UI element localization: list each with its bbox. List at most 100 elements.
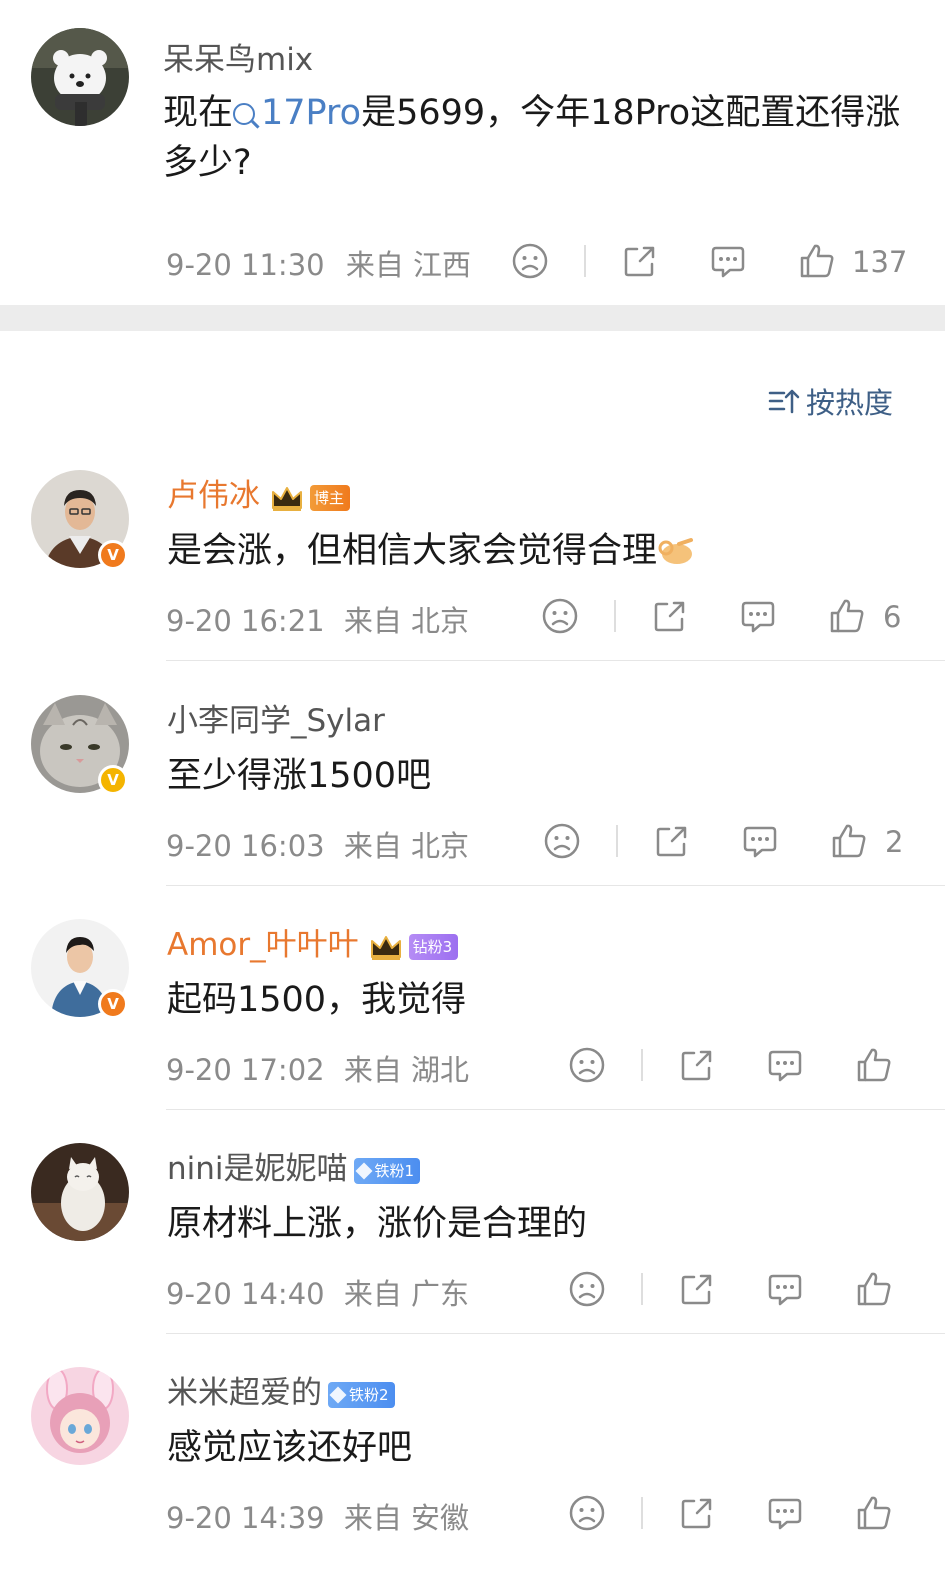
reply-button[interactable] xyxy=(738,596,778,636)
like-count: 137 xyxy=(852,245,908,279)
thumbs-up-icon xyxy=(832,824,866,858)
frown-icon xyxy=(569,1271,605,1307)
avatar[interactable] xyxy=(31,1143,129,1241)
comment-icon xyxy=(741,601,775,633)
comment-item: V Amor_叶叶叶 钻粉3 起码1500，我觉得 9-20 17:02 来自 湖… xyxy=(0,919,945,1143)
username-text: 卢伟冰 xyxy=(167,478,260,514)
share-icon xyxy=(654,601,685,632)
share-button[interactable] xyxy=(677,1045,717,1085)
share-icon xyxy=(681,1274,712,1305)
share-icon xyxy=(624,246,655,277)
fan-badge-label: 铁粉2 xyxy=(349,1385,389,1404)
comment-text: 是会涨，但相信大家会觉得合理 xyxy=(167,522,695,573)
search-icon xyxy=(233,103,256,125)
like-button[interactable] xyxy=(827,596,867,636)
post-username[interactable]: 呆呆鸟mix xyxy=(163,34,313,79)
comment-username[interactable]: 卢伟冰 博主 xyxy=(167,470,351,515)
comment-icon xyxy=(711,246,745,278)
comment-icon xyxy=(743,826,777,858)
dislike-button[interactable] xyxy=(567,1493,607,1533)
username-text: Amor_叶叶叶 xyxy=(167,927,359,963)
post-location: 来自 江西 xyxy=(345,248,472,282)
comment-item: V 卢伟冰 博主 是会涨，但相信大家会觉得合理 9-20 16:21 来自 北京 … xyxy=(0,470,945,694)
comment-time: 9-20 14:39 xyxy=(166,1501,325,1535)
diamond-icon xyxy=(355,1162,373,1179)
comment-username[interactable]: 小李同学_Sylar xyxy=(167,695,385,740)
fan-badge: 钻粉3 xyxy=(408,933,459,960)
comment-actions xyxy=(567,1493,907,1537)
fan-badge: 铁粉2 xyxy=(328,1381,395,1408)
comment-text: 感觉应该还好吧 xyxy=(167,1428,413,1468)
post-actions: 137 xyxy=(510,241,910,285)
thumbs-up-icon xyxy=(800,244,834,278)
reply-button[interactable] xyxy=(740,821,780,861)
comment-actions xyxy=(567,1269,907,1313)
post-body: 现在 17Pro是5699，今年18Pro这配置还得涨多少? xyxy=(163,88,908,188)
like-button[interactable] xyxy=(854,1045,894,1085)
dislike-button[interactable] xyxy=(567,1269,607,1309)
dislike-button[interactable] xyxy=(567,1045,607,1085)
divider xyxy=(584,245,586,277)
frown-icon xyxy=(542,598,578,634)
comment-item: nini是妮妮喵 铁粉1 原材料上涨，涨价是合理的 9-20 14:40 来自 广… xyxy=(0,1143,945,1367)
frown-icon xyxy=(569,1495,605,1531)
divider xyxy=(166,885,945,886)
dislike-button[interactable] xyxy=(540,596,580,636)
comment-username[interactable]: 米米超爱的 铁粉2 xyxy=(167,1367,395,1412)
comment-location: 来自 安徽 xyxy=(343,1501,470,1535)
thumbs-up-icon xyxy=(857,1048,891,1082)
share-icon xyxy=(681,1050,712,1081)
like-button[interactable] xyxy=(829,821,869,861)
post-body-prefix: 现在 xyxy=(163,93,234,133)
comment-text: 至少得涨1500吧 xyxy=(167,756,432,796)
sort-icon xyxy=(768,389,800,414)
frown-icon xyxy=(569,1047,605,1083)
share-button[interactable] xyxy=(677,1493,717,1533)
reply-button[interactable] xyxy=(765,1269,805,1309)
divider xyxy=(614,600,616,632)
crown-icon xyxy=(272,486,302,511)
thumbs-up-icon xyxy=(857,1496,891,1530)
avatar[interactable] xyxy=(31,28,129,126)
comment-actions: 2 xyxy=(542,821,912,865)
share-button[interactable] xyxy=(652,821,692,861)
comment-time: 9-20 16:21 xyxy=(166,604,325,638)
like-button[interactable] xyxy=(854,1269,894,1309)
like-button[interactable] xyxy=(797,241,837,281)
dislike-button[interactable] xyxy=(510,241,550,281)
share-button[interactable] xyxy=(677,1269,717,1309)
divider xyxy=(641,1049,643,1081)
comment-item: V 小李同学_Sylar 至少得涨1500吧 9-20 16:03 来自 北京 … xyxy=(0,695,945,919)
like-button[interactable] xyxy=(854,1493,894,1533)
fan-badge-label: 铁粉1 xyxy=(374,1161,415,1180)
crown-icon xyxy=(370,935,401,960)
frown-icon xyxy=(512,243,548,279)
comment-item: 米米超爱的 铁粉2 感觉应该还好吧 9-20 14:39 来自 安徽 xyxy=(0,1367,945,1589)
reply-button[interactable] xyxy=(765,1493,805,1533)
comment-time: 9-20 17:02 xyxy=(166,1053,325,1087)
reply-button[interactable] xyxy=(765,1045,805,1085)
search-link[interactable]: 17Pro xyxy=(233,93,361,133)
comment-meta: 9-20 17:02 来自 湖北 xyxy=(166,1047,469,1089)
comment-meta: 9-20 14:39 来自 安徽 xyxy=(166,1495,469,1537)
reply-button[interactable] xyxy=(708,241,748,281)
comment-meta: 9-20 16:03 来自 北京 xyxy=(166,823,469,865)
comment-location: 来自 北京 xyxy=(343,604,470,638)
dislike-button[interactable] xyxy=(542,821,582,861)
username-text: 米米超爱的 xyxy=(167,1375,322,1411)
original-post: 呆呆鸟mix 现在 17Pro是5699，今年18Pro这配置还得涨多少? 9-2… xyxy=(0,0,945,305)
sort-button[interactable]: 按热度 xyxy=(768,380,893,422)
comment-time: 9-20 14:40 xyxy=(166,1277,325,1311)
fan-badge: 铁粉1 xyxy=(353,1157,421,1184)
share-button[interactable] xyxy=(650,596,690,636)
comment-icon xyxy=(768,1498,802,1530)
share-button[interactable] xyxy=(620,241,660,281)
verified-badge: V xyxy=(98,540,128,570)
comment-username[interactable]: Amor_叶叶叶 钻粉3 xyxy=(167,919,459,964)
comment-location: 来自 北京 xyxy=(343,829,470,863)
comment-location: 来自 广东 xyxy=(343,1277,470,1311)
avatar[interactable] xyxy=(31,1367,129,1465)
verified-badge: V xyxy=(98,989,128,1019)
comment-username[interactable]: nini是妮妮喵 铁粉1 xyxy=(167,1143,421,1188)
comment-icon xyxy=(768,1050,802,1082)
